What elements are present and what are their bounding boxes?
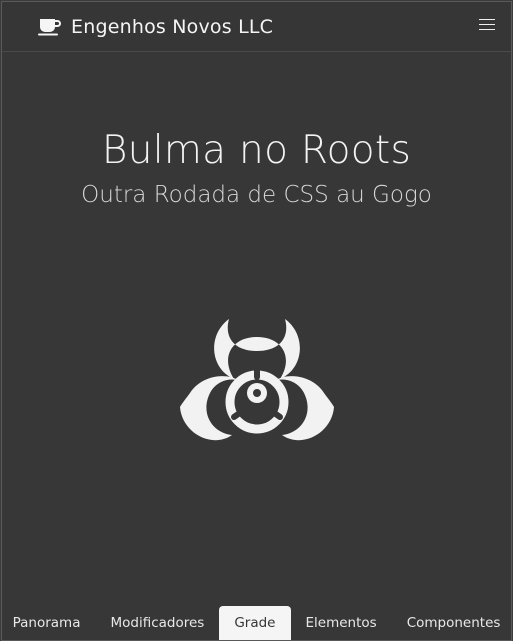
tab-label: Grade [234,615,276,631]
tab-elementos[interactable]: Elementos [291,606,392,640]
tab-label: Elementos [305,615,377,631]
brand-name: Engenhos Novos LLC [71,15,274,38]
tab-componentes[interactable]: Componentes [392,606,511,640]
hamburger-menu-icon[interactable] [479,19,495,33]
tab-label: Modificadores [110,615,205,631]
hero-title: Bulma no Roots [101,128,412,173]
coffee-cup-icon [38,18,61,35]
tab-panorama[interactable]: Panorama [2,606,95,640]
brand-link[interactable]: Engenhos Novos LLC [38,16,273,38]
hero-subtitle: Outra Rodada de CSS au Gogo [81,182,432,208]
tab-bar: Panorama Modificadores Grade Elementos C… [2,606,511,640]
tab-modificadores[interactable]: Modificadores [95,606,219,640]
navbar: Engenhos Novos LLC [2,2,511,52]
page-frame: Engenhos Novos LLC Bulma no Roots Outra … [1,1,512,641]
tab-label: Componentes [406,615,501,631]
biohazard-icon [180,319,334,441]
tab-grade[interactable]: Grade [219,606,291,640]
tab-label: Panorama [12,615,81,631]
